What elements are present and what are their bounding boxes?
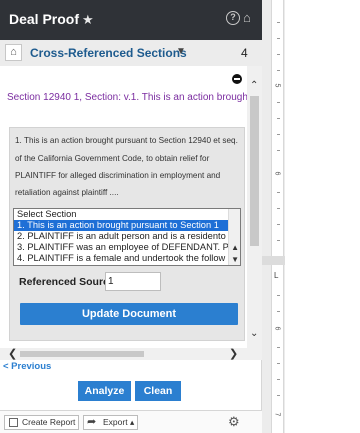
ruler-tick bbox=[277, 70, 280, 71]
list-scrollbar[interactable]: ▲ ▼ bbox=[228, 209, 240, 265]
ruler-number: 6 bbox=[273, 326, 281, 331]
horizontal-scrollbar[interactable]: ❮ ❯ bbox=[0, 348, 262, 360]
create-report-label: Create Report bbox=[22, 417, 76, 427]
referenced-source-label: Referenced Source bbox=[19, 276, 115, 288]
ruler-tick bbox=[277, 54, 280, 55]
scroll-down-icon[interactable]: ▼ bbox=[231, 255, 239, 264]
add-in-panel: Deal Proof ★ ? ⌂ ⌂ Cross-Referenced Sect… bbox=[0, 0, 262, 433]
home-button[interactable]: ⌂ bbox=[5, 44, 22, 61]
ruler-number: 7 bbox=[273, 412, 281, 417]
create-report-button[interactable]: Create Report bbox=[4, 415, 80, 430]
ruler-tick bbox=[277, 22, 280, 23]
home-icon[interactable]: ⌂ bbox=[243, 10, 251, 25]
export-label: Export bbox=[103, 417, 128, 427]
ruler-tick bbox=[277, 347, 280, 348]
paragraph-line: 1. This is an action brought pursuant to… bbox=[15, 136, 238, 145]
paragraph-line: PLAINTIFF for alleged discrimination in … bbox=[15, 171, 221, 180]
ruler-tick bbox=[277, 150, 280, 151]
ruler-tick bbox=[277, 208, 280, 209]
scroll-up-icon[interactable]: ▲ bbox=[231, 243, 239, 252]
section-dropdown[interactable]: Cross-Referenced Sections bbox=[30, 46, 187, 60]
scroll-left-icon[interactable]: ❮ bbox=[8, 347, 17, 360]
ruler-tick bbox=[277, 38, 280, 39]
ruler-number: 5 bbox=[273, 83, 281, 88]
vertical-ruler-bottom: L 6 7 bbox=[271, 265, 284, 433]
vertical-ruler-top: 5 6 bbox=[271, 0, 284, 256]
scroll-up-icon[interactable]: ⌃ bbox=[250, 80, 258, 91]
margin-marker[interactable]: L bbox=[274, 271, 278, 280]
clean-button[interactable]: Clean bbox=[135, 381, 181, 401]
analyze-button[interactable]: Analyze bbox=[78, 381, 131, 401]
share-arrow-icon: ➦ bbox=[87, 416, 97, 428]
document-page[interactable] bbox=[285, 0, 360, 433]
caret-up-icon: ▴ bbox=[129, 417, 135, 427]
select-option[interactable]: 3. PLAINTIFF was an employee of DEFENDAN… bbox=[14, 242, 228, 253]
scroll-thumb[interactable] bbox=[250, 96, 259, 246]
section-detail-box: 1. This is an action brought pursuant to… bbox=[9, 127, 245, 341]
select-option[interactable]: 2. PLAINTIFF is an adult person and is a… bbox=[14, 231, 228, 242]
content-area: Section 12940 1, Section: v.1. This is a… bbox=[0, 66, 247, 348]
vertical-scrollbar[interactable]: ⌃ ⌄ bbox=[247, 66, 262, 348]
app-title: Deal Proof bbox=[9, 11, 80, 27]
help-icon[interactable]: ? bbox=[226, 11, 240, 25]
caret-down-icon[interactable]: ▼ bbox=[176, 46, 186, 57]
referenced-source-input[interactable] bbox=[105, 272, 161, 291]
select-option-selected[interactable]: 1. This is an action brought pursuant to… bbox=[14, 220, 228, 231]
ruler-tick bbox=[277, 134, 280, 135]
document-icon bbox=[9, 418, 18, 427]
scroll-down-icon[interactable]: ⌄ bbox=[250, 328, 258, 339]
collapse-icon[interactable] bbox=[232, 74, 242, 84]
ruler-number: 6 bbox=[273, 171, 281, 176]
panel-footer: Create Report ➦ Export ▴ ⚙ bbox=[0, 410, 262, 433]
section-select-list[interactable]: Select Section 1. This is an action brou… bbox=[13, 208, 241, 266]
previous-link[interactable]: < Previous bbox=[3, 361, 51, 372]
panel-header: Deal Proof ★ ? ⌂ bbox=[0, 0, 262, 40]
section-bar: ⌂ Cross-Referenced Sections ▼ 4 bbox=[0, 40, 262, 66]
paragraph-line: retaliation against plaintiff .... bbox=[15, 188, 119, 197]
ruler-tick bbox=[277, 363, 280, 364]
scroll-right-icon[interactable]: ❯ bbox=[229, 347, 238, 360]
ruler-tick bbox=[277, 240, 280, 241]
select-option[interactable]: 4. PLAINTIFF is a female and undertook t… bbox=[14, 253, 228, 264]
ruler-tick bbox=[277, 295, 280, 296]
gear-icon[interactable]: ⚙ bbox=[228, 414, 240, 430]
select-option[interactable]: Select Section bbox=[14, 209, 228, 220]
update-document-button[interactable]: Update Document bbox=[20, 303, 238, 325]
star-icon[interactable]: ★ bbox=[82, 12, 94, 28]
ruler-tick bbox=[277, 395, 280, 396]
ruler-tick bbox=[277, 102, 280, 103]
ruler-tick bbox=[277, 311, 280, 312]
ruler-tick bbox=[277, 118, 280, 119]
reference-line: Section 12940 1, Section: v.1. This is a… bbox=[7, 92, 247, 103]
paragraph-line: of the California Government Code, to ob… bbox=[15, 154, 210, 163]
scroll-thumb[interactable] bbox=[20, 351, 144, 357]
ruler-tick bbox=[277, 224, 280, 225]
export-button[interactable]: ➦ Export ▴ bbox=[83, 415, 139, 430]
ruler-tick bbox=[277, 379, 280, 380]
section-count: 4 bbox=[241, 46, 248, 60]
ruler-tick bbox=[277, 192, 280, 193]
